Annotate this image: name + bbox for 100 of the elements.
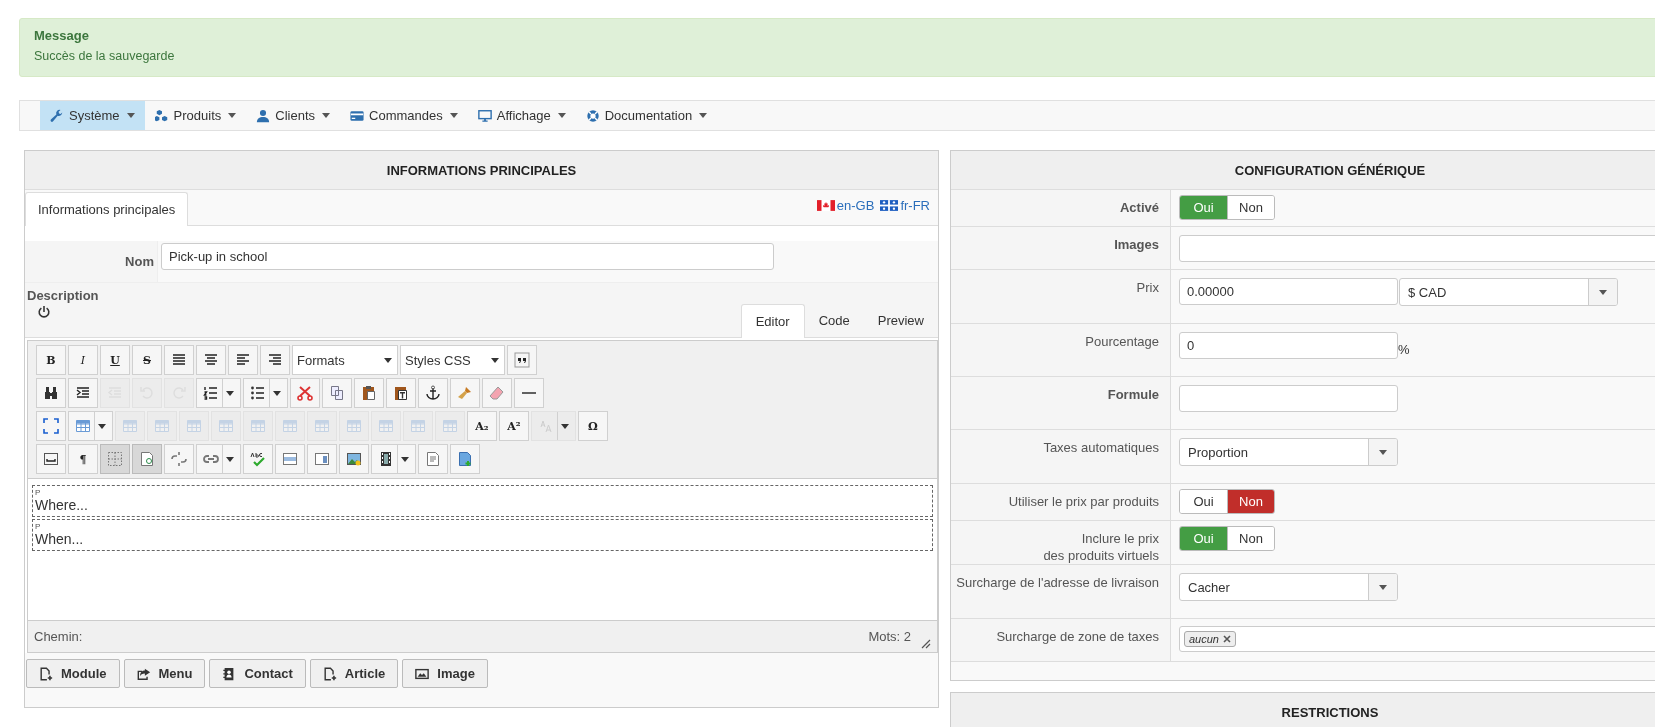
unlink-icon (171, 451, 187, 467)
editor-tab[interactable]: Preview (863, 304, 938, 337)
document-icon (425, 451, 441, 467)
split-button[interactable] (371, 444, 416, 474)
toolbar-button[interactable]: S (132, 345, 162, 375)
tab[interactable]: Informations principales (25, 192, 189, 226)
text-input[interactable] (1179, 385, 1398, 412)
share-arrow-icon (136, 666, 151, 681)
brush-icon (457, 385, 473, 401)
image-icon (346, 451, 362, 467)
style-dropdown[interactable]: Styles CSS (400, 345, 505, 375)
menu-item[interactable]: Produits (144, 101, 247, 130)
numbered-list-icon (203, 385, 219, 401)
toggle-option[interactable]: Oui (1180, 490, 1227, 513)
toolbar-button[interactable] (339, 444, 369, 474)
caret-icon (1379, 449, 1387, 455)
toolbar-button[interactable] (354, 378, 384, 408)
caret-icon (126, 113, 135, 118)
currency-dropdown[interactable]: $ CAD (1399, 278, 1618, 306)
text-input[interactable] (1179, 235, 1655, 262)
toolbar-button[interactable] (418, 378, 448, 408)
toggle-option[interactable]: Non (1227, 196, 1274, 219)
field-label: Surcharge de l'adresse de livraison (956, 575, 1159, 590)
caret-icon (228, 113, 237, 118)
table-icon (410, 418, 426, 434)
toolbar-button[interactable] (164, 345, 194, 375)
caret-icon (1379, 584, 1387, 590)
toolbar-button[interactable] (507, 345, 537, 375)
insert-button[interactable]: Article (309, 659, 399, 688)
percentage-input[interactable]: 0 (1179, 332, 1398, 359)
toolbar-button[interactable]: U (100, 345, 130, 375)
power-icon[interactable] (37, 305, 51, 319)
language-link[interactable]: fr-FR (880, 198, 930, 213)
toolbar-button[interactable]: A² (499, 411, 529, 441)
menu-item[interactable]: Affichage (467, 101, 576, 130)
eraser-icon (489, 385, 505, 401)
table-icon (282, 418, 298, 434)
quote-icon (514, 352, 530, 368)
select-dropdown[interactable]: Proportion (1179, 438, 1398, 466)
table-icon (75, 418, 91, 434)
align-center-icon (203, 352, 219, 368)
table-icon (442, 418, 458, 434)
editor-tab[interactable]: Code (804, 304, 864, 337)
indent-icon (75, 385, 91, 401)
toolbar-button[interactable] (514, 378, 544, 408)
language-link[interactable]: en-GB (816, 198, 875, 213)
toolbar-button[interactable] (228, 345, 258, 375)
caret-icon (561, 423, 569, 429)
field-label: Images (1114, 237, 1159, 252)
insert-button[interactable]: Contact (209, 659, 306, 688)
language-code[interactable]: fr-FR (900, 198, 930, 213)
field-label: Inclure le prix des produits virtuels (1043, 531, 1159, 563)
resize-grip-icon[interactable] (921, 639, 931, 649)
anchor-icon (425, 385, 441, 401)
caret-icon (699, 113, 708, 118)
toolbar-button[interactable]: A₂ (467, 411, 497, 441)
flag-icon (880, 200, 899, 211)
toolbar-button[interactable] (260, 345, 290, 375)
dotted-grid-icon (107, 451, 123, 467)
toolbar-button[interactable] (36, 378, 66, 408)
document-plus-icon (322, 666, 337, 681)
toolbar-button[interactable]: Ω (578, 411, 608, 441)
tag-input[interactable]: aucun (1179, 626, 1655, 652)
align-right-icon (267, 352, 283, 368)
menu-item[interactable]: Documentation (575, 101, 718, 130)
panel-header: INFORMATIONS PRINCIPALES (25, 151, 938, 190)
price-input[interactable]: 0.00000 (1179, 278, 1398, 305)
toggle-option[interactable]: Non (1227, 490, 1274, 513)
editor-tab[interactable]: Editor (740, 304, 805, 338)
style-dropdown[interactable]: Formats (292, 345, 398, 375)
select-dropdown[interactable]: Cacher (1179, 573, 1398, 601)
insert-button[interactable]: Menu (123, 659, 206, 688)
caret-icon (491, 357, 499, 363)
menu-item[interactable]: Clients (246, 101, 341, 130)
field-label: Activé (1119, 200, 1159, 215)
menu-item[interactable]: Commandes (340, 101, 468, 130)
editor-content-area[interactable]: P Where... P When... (28, 479, 937, 620)
toolbar-button[interactable]: ¶ (68, 444, 98, 474)
split-button[interactable] (196, 378, 241, 408)
toolbar-button[interactable] (196, 345, 226, 375)
language-code[interactable]: en-GB (836, 198, 875, 213)
insert-button[interactable]: Image (402, 659, 488, 688)
toolbar-button[interactable] (36, 444, 66, 474)
insert-button[interactable]: Module (26, 659, 120, 688)
close-icon[interactable] (1223, 635, 1231, 643)
name-input[interactable]: Pick-up in school (161, 243, 774, 270)
split-button[interactable] (243, 378, 288, 408)
toolbar-button[interactable] (68, 378, 98, 408)
toggle-option[interactable]: Non (1227, 527, 1274, 550)
block-tag: P (35, 522, 930, 531)
menu-item[interactable]: Système (40, 101, 145, 130)
field-label: Nom (124, 253, 155, 271)
word-count: Mots: 2 (868, 629, 911, 644)
toolbar-button[interactable]: I (68, 345, 98, 375)
toolbar-button[interactable] (386, 378, 416, 408)
user-icon (256, 108, 271, 123)
field-label: Formule (1107, 387, 1159, 402)
toolbar-button[interactable]: B (36, 345, 66, 375)
caret-icon (273, 390, 281, 396)
tag-chip[interactable]: aucun (1184, 631, 1236, 647)
